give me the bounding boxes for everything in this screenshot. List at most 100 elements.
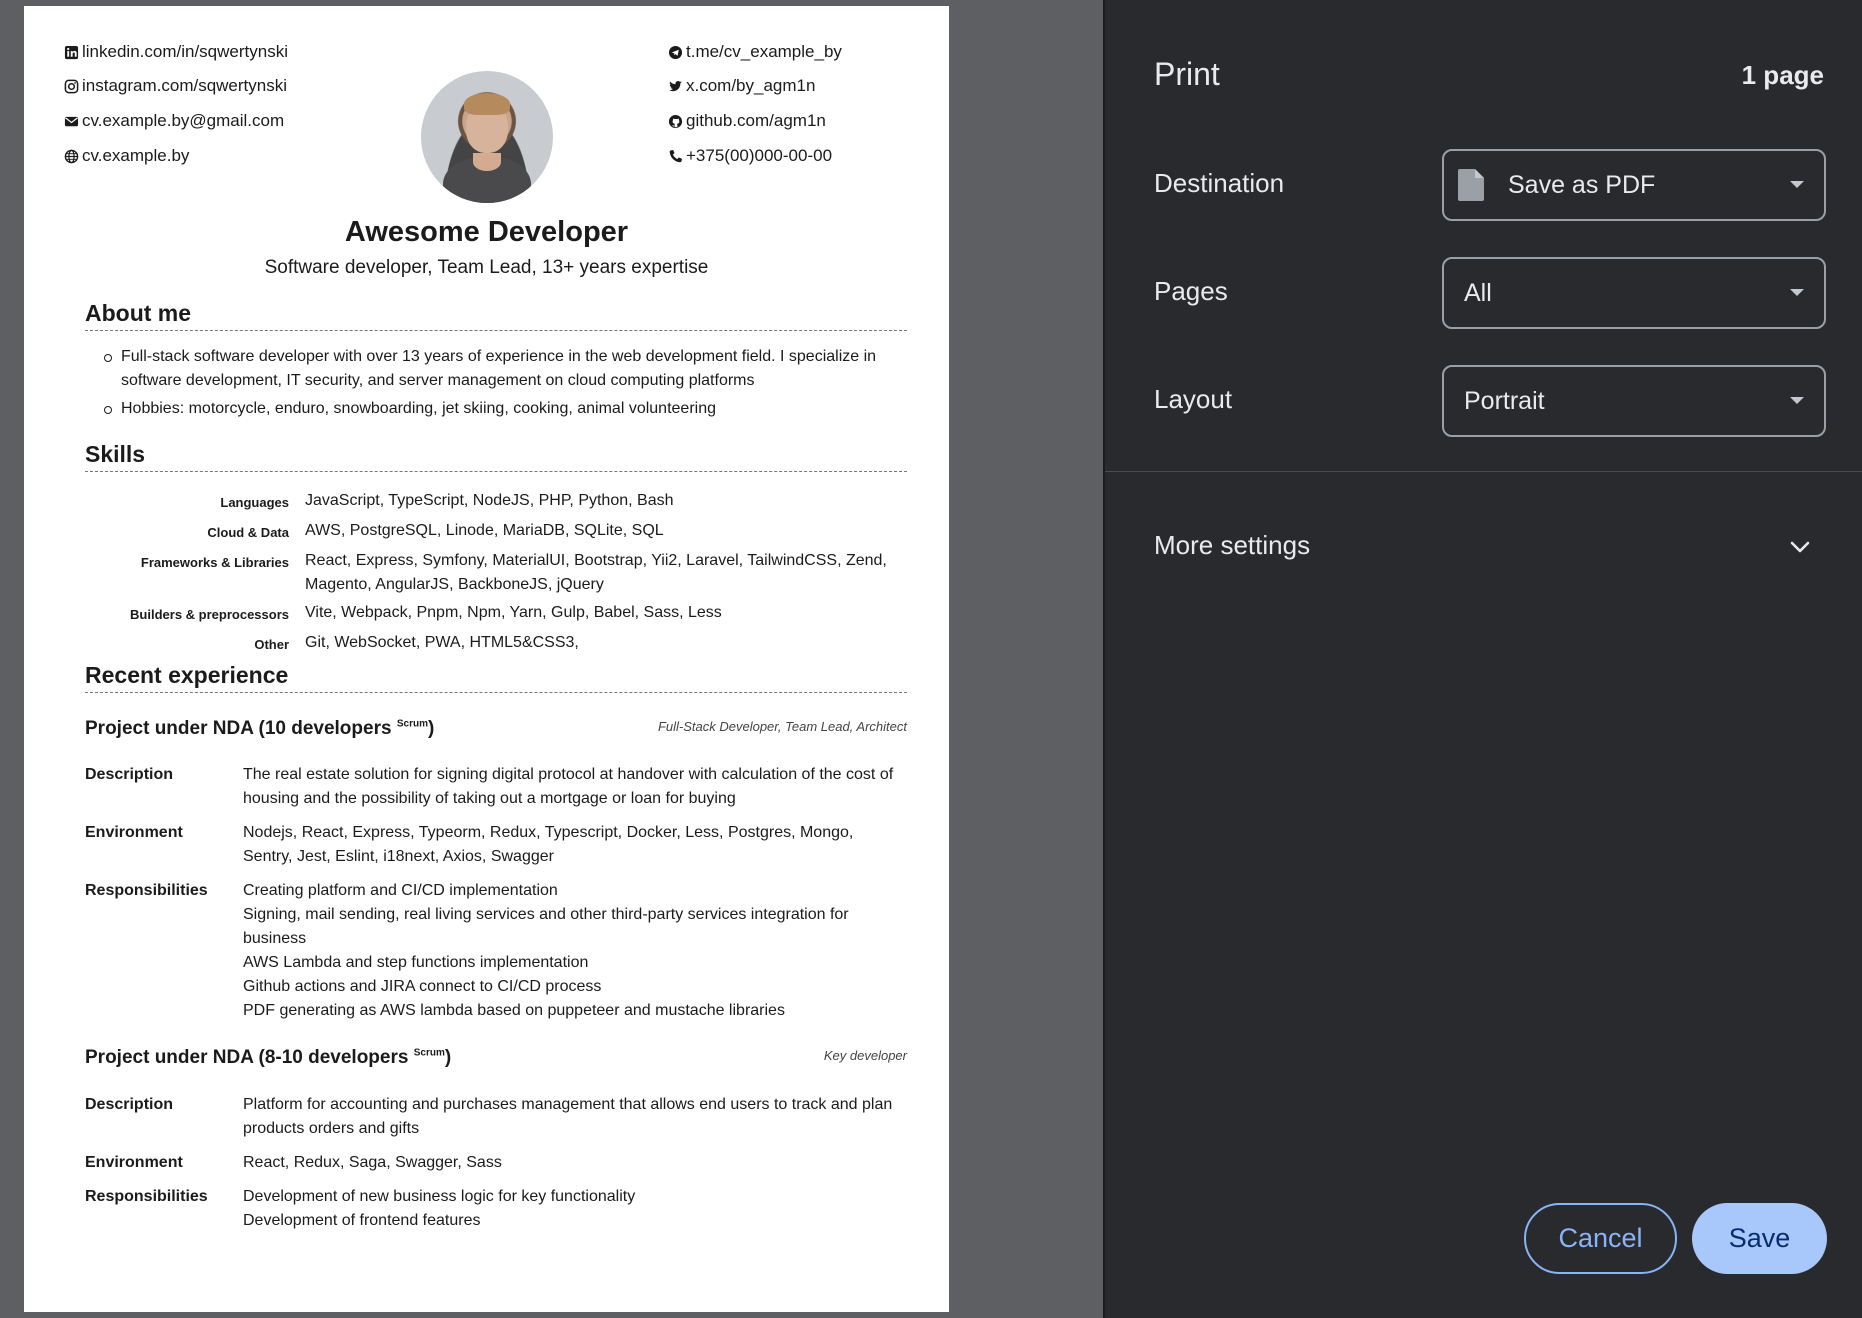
detail-value: The real estate solution for signing dig…	[243, 766, 894, 807]
responsibility-item: Github actions and JIRA connect to CI/CD…	[243, 978, 602, 995]
detail-label: Responsibilities	[85, 1188, 208, 1205]
skill-key: Other	[254, 637, 289, 652]
detail-label: Description	[85, 1096, 174, 1113]
resume-subtitle: Software developer, Team Lead, 13+ years…	[264, 257, 709, 278]
skill-value: Vite, Webpack, Pnpm, Npm, Yarn, Gulp, Ba…	[305, 604, 722, 621]
dropdown-arrow-icon	[1790, 289, 1804, 296]
contact-text: cv.example.by@gmail.com	[82, 111, 285, 130]
contact-text: t.me/cv_example_by	[686, 42, 842, 61]
list-item: Hobbies: motorcycle, enduro, snowboardin…	[101, 397, 907, 421]
skill-value: JavaScript, TypeScript, NodeJS, PHP, Pyt…	[305, 492, 674, 509]
destination-select[interactable]: Save as PDF	[1442, 149, 1826, 221]
chevron-down-icon[interactable]	[1788, 535, 1812, 559]
project-title-close: )	[444, 1047, 452, 1068]
contact-phone: +375(00)000-00-00	[667, 146, 832, 166]
project-row-responsibilities: Responsibilities Creating platform and C…	[85, 879, 907, 1023]
project-row-description: Description Platform for accounting and …	[85, 1093, 907, 1141]
detail-value: Development of new business logic for ke…	[243, 1185, 907, 1233]
pages-select[interactable]: All	[1442, 257, 1826, 329]
layout-label: Layout	[1154, 384, 1233, 414]
contact-telegram: t.me/cv_example_by	[667, 42, 842, 62]
contact-text: x.com/by_agm1n	[686, 76, 816, 95]
skill-row: Cloud & Data AWS, PostgreSQL, Linode, Mar…	[85, 519, 907, 545]
contact-linkedin: linkedin.com/in/sqwertynski	[63, 42, 288, 62]
print-settings-panel: Print 1 page Destination Save as PDF Pag…	[1103, 0, 1862, 1318]
detail-value: React, Redux, Saga, Swagger, Sass	[243, 1154, 502, 1171]
telegram-icon	[667, 44, 683, 60]
github-icon	[667, 113, 683, 129]
detail-label: Environment	[85, 1154, 183, 1171]
project-details: Description The real estate solution for…	[85, 763, 907, 1033]
project-role: Key developer	[823, 1048, 907, 1063]
detail-value: Creating platform and CI/CD implementati…	[243, 879, 907, 1023]
skill-key: Cloud & Data	[207, 525, 289, 540]
detail-label: Responsibilities	[85, 882, 208, 899]
responsibility-item: Signing, mail sending, real living servi…	[243, 906, 849, 947]
destination-label: Destination	[1154, 168, 1285, 198]
project-method: Scrum	[396, 718, 428, 730]
skills-heading: Skills	[85, 441, 907, 472]
contact-text: instagram.com/sqwertynski	[82, 76, 288, 95]
contact-twitter: x.com/by_agm1n	[667, 76, 815, 96]
detail-label: Environment	[85, 824, 183, 841]
skill-row: Builders & preprocessors Vite, Webpack, P…	[85, 601, 907, 627]
cancel-button[interactable]: Cancel	[1524, 1203, 1677, 1274]
pages-value: All	[1464, 278, 1492, 307]
dropdown-arrow-icon	[1790, 397, 1804, 404]
skill-key: Languages	[220, 495, 289, 510]
project-title-text: Project under NDA (8-10 developers	[85, 1047, 409, 1068]
panel-divider	[1105, 471, 1862, 472]
contact-email: cv.example.by@gmail.com	[63, 111, 284, 131]
detail-label: Description	[85, 766, 174, 783]
contact-website: cv.example.by	[63, 146, 189, 166]
pages-label: Pages	[1154, 276, 1228, 306]
skill-value: React, Express, Symfony, MaterialUI, Boo…	[305, 552, 887, 593]
twitter-icon	[667, 78, 683, 94]
detail-value: Platform for accounting and purchases ma…	[243, 1096, 893, 1137]
contact-instagram: instagram.com/sqwertynski	[63, 76, 287, 96]
responsibility-item: AWS Lambda and step functions implementa…	[243, 954, 589, 971]
resume-page: linkedin.com/in/sqwertynski instagram.co…	[24, 6, 949, 1312]
instagram-icon	[63, 78, 79, 94]
skill-row: Languages JavaScript, TypeScript, NodeJS,…	[85, 489, 907, 515]
globe-icon	[63, 148, 79, 164]
detail-value: Nodejs, React, Express, Typeorm, Redux, …	[243, 824, 854, 865]
project-title: Project under NDA (10 developers Scrum)	[85, 718, 434, 740]
skills-table: Languages JavaScript, TypeScript, NodeJS,…	[85, 489, 907, 661]
save-button[interactable]: Save	[1692, 1203, 1827, 1274]
project-method: Scrum	[413, 1047, 445, 1059]
contact-text: github.com/agm1n	[686, 111, 826, 130]
project-row-environment: Environment Nodejs, React, Express, Type…	[85, 821, 907, 869]
project-role: Full-Stack Developer, Team Lead, Archite…	[657, 719, 907, 734]
project-row-environment: Environment React, Redux, Saga, Swagger,…	[85, 1151, 907, 1175]
contact-text: +375(00)000-00-00	[686, 146, 833, 165]
responsibility-item: PDF generating as AWS lambda based on pu…	[243, 1002, 785, 1019]
mail-icon	[63, 113, 79, 129]
print-preview-area: linkedin.com/in/sqwertynski instagram.co…	[0, 0, 1103, 1318]
project-row-description: Description The real estate solution for…	[85, 763, 907, 811]
skill-key: Builders & preprocessors	[130, 607, 289, 622]
dropdown-arrow-icon	[1790, 181, 1804, 188]
skill-row: Other Git, WebSocket, PWA, HTML5&CSS3,	[85, 631, 907, 657]
skill-row: Frameworks & Libraries React, Express, Sy…	[85, 549, 907, 597]
about-heading: About me	[85, 300, 907, 331]
layout-select[interactable]: Portrait	[1442, 365, 1826, 437]
document-icon	[1458, 169, 1484, 201]
list-item: Full-stack software developer with over …	[101, 345, 907, 393]
destination-value: Save as PDF	[1508, 170, 1656, 199]
about-list: Full-stack software developer with over …	[101, 345, 907, 425]
project-title-close: )	[427, 718, 435, 739]
linkedin-icon	[63, 44, 79, 60]
phone-icon	[667, 148, 683, 164]
responsibility-item: Development of new business logic for ke…	[243, 1188, 636, 1205]
skill-value: AWS, PostgreSQL, Linode, MariaDB, SQLite…	[305, 522, 664, 539]
responsibility-item: Creating platform and CI/CD implementati…	[243, 882, 558, 899]
experience-heading: Recent experience	[85, 662, 907, 693]
project-details: Description Platform for accounting and …	[85, 1093, 907, 1243]
contact-text: cv.example.by	[82, 146, 190, 165]
project-title: Project under NDA (8-10 developers Scrum…	[85, 1047, 451, 1069]
layout-value: Portrait	[1464, 386, 1545, 415]
responsibility-item: Development of frontend features	[243, 1212, 481, 1229]
resume-name: Awesome Developer	[344, 216, 629, 248]
more-settings-toggle[interactable]: More settings	[1154, 530, 1310, 561]
